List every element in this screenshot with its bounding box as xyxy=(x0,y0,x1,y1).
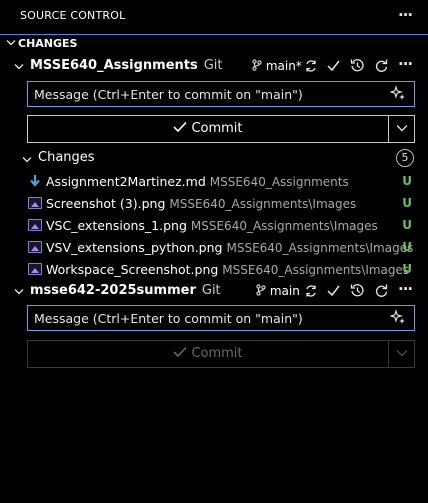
file-path: MSSE640_Assignments\Images xyxy=(226,241,414,255)
changes-group-label: Changes xyxy=(38,150,95,165)
more-icon[interactable]: ··· xyxy=(398,6,413,24)
changes-section-label: CHANGES xyxy=(18,37,78,50)
chevron-down-icon xyxy=(6,37,18,50)
chevron-down-icon xyxy=(396,125,408,132)
repo-name: msse642-2025summer xyxy=(30,283,196,298)
history-icon[interactable] xyxy=(350,58,365,77)
commit-button-group: Commit xyxy=(27,115,415,143)
focus-divider xyxy=(0,34,428,35)
file-name: Screenshot (3).png xyxy=(46,196,166,211)
list-item[interactable]: Assignment2Martinez.md MSSE640_Assignment… xyxy=(0,171,428,193)
file-name: VSV_extensions_python.png xyxy=(46,240,223,255)
status-badge: U xyxy=(402,262,412,276)
commit-message-input-box[interactable] xyxy=(27,305,415,331)
sync-icon[interactable] xyxy=(304,284,318,302)
changes-section-header[interactable]: CHANGES xyxy=(6,37,77,50)
sync-icon[interactable] xyxy=(304,59,318,77)
branch-name: main xyxy=(269,284,300,298)
refresh-icon[interactable] xyxy=(374,283,389,302)
image-file-icon xyxy=(28,219,42,231)
commit-dropdown[interactable] xyxy=(389,116,415,142)
status-badge: U xyxy=(402,240,412,254)
sparkle-icon[interactable] xyxy=(389,85,406,105)
status-badge: U xyxy=(402,174,412,188)
file-name: VSC_extensions_1.png xyxy=(46,218,187,233)
commit-button-label: Commit xyxy=(191,346,243,361)
status-badge: U xyxy=(402,218,412,232)
image-file-icon xyxy=(28,263,42,275)
git-branch-icon xyxy=(252,59,262,71)
chevron-down-icon xyxy=(22,153,32,168)
repo-header-msse642[interactable]: msse642-2025summer Git main ··· xyxy=(14,280,428,302)
repo-kind: Git xyxy=(203,58,223,73)
list-item[interactable]: Workspace_Screenshot.png MSSE640_Assignme… xyxy=(0,259,428,281)
commit-button[interactable]: Commit xyxy=(28,116,388,142)
source-control-title-bar: SOURCE CONTROL ··· xyxy=(0,0,428,32)
list-item[interactable]: VSV_extensions_python.png MSSE640_Assignm… xyxy=(0,237,428,259)
more-icon[interactable]: ··· xyxy=(398,280,413,298)
status-badge: U xyxy=(402,196,412,210)
chevron-down-icon xyxy=(14,285,24,300)
branch-indicator[interactable]: main* xyxy=(252,59,302,73)
check-icon xyxy=(173,121,188,133)
markdown-file-icon xyxy=(29,174,41,191)
file-path: MSSE640_Assignments xyxy=(209,175,349,189)
file-path: MSSE640_Assignments\Images xyxy=(222,263,410,277)
commit-dropdown[interactable] xyxy=(389,341,415,367)
file-name: Workspace_Screenshot.png xyxy=(46,262,219,277)
file-name: Assignment2Martinez.md xyxy=(46,174,206,189)
list-item[interactable]: Screenshot (3).png MSSE640_Assignments\Im… xyxy=(0,193,428,215)
git-branch-icon xyxy=(256,284,266,296)
repo-name: MSSE640_Assignments xyxy=(30,58,198,73)
repo-header-msse640[interactable]: MSSE640_Assignments Git main* ··· xyxy=(14,55,428,78)
commit-message-input-box[interactable] xyxy=(27,81,415,107)
check-commit-icon[interactable] xyxy=(326,283,341,302)
image-file-icon xyxy=(28,197,42,209)
refresh-icon[interactable] xyxy=(374,58,389,77)
commit-message-input[interactable] xyxy=(34,309,384,327)
branch-name: main* xyxy=(265,59,302,73)
file-path: MSSE640_Assignments\Images xyxy=(169,197,357,211)
more-icon[interactable]: ··· xyxy=(398,55,413,73)
changes-count-badge: 5 xyxy=(396,149,414,167)
commit-message-input[interactable] xyxy=(34,85,384,103)
check-commit-icon[interactable] xyxy=(326,58,341,77)
history-icon[interactable] xyxy=(350,283,365,302)
repo-kind: Git xyxy=(201,283,221,298)
check-icon xyxy=(173,346,188,358)
sparkle-icon[interactable] xyxy=(389,309,406,329)
chevron-down-icon xyxy=(14,60,24,75)
changes-group-header[interactable]: Changes 5 xyxy=(22,149,428,170)
list-item[interactable]: VSC_extensions_1.png MSSE640_Assignments\… xyxy=(0,215,428,237)
chevron-down-icon xyxy=(396,350,408,357)
branch-indicator[interactable]: main xyxy=(256,284,300,298)
commit-button[interactable]: Commit xyxy=(28,341,388,367)
commit-button-label: Commit xyxy=(191,121,243,136)
file-path: MSSE640_Assignments\Images xyxy=(190,219,378,233)
panel-title: SOURCE CONTROL xyxy=(20,9,126,22)
commit-button-group: Commit xyxy=(27,340,415,368)
image-file-icon xyxy=(28,241,42,253)
